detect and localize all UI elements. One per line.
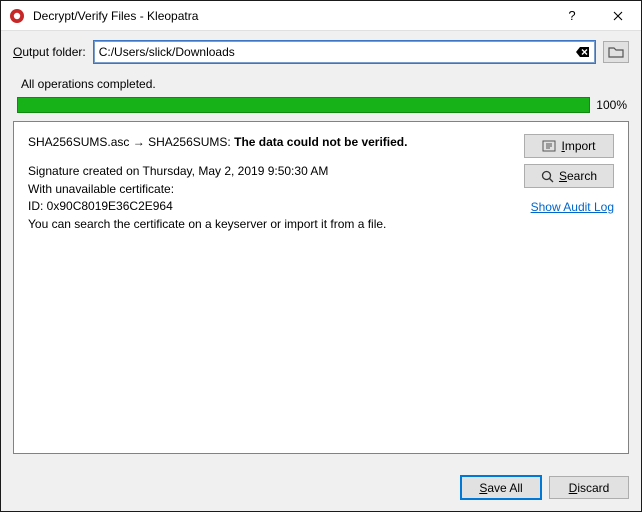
- search-button[interactable]: Search: [524, 164, 614, 188]
- close-button[interactable]: [595, 1, 641, 31]
- cert-id-line: ID: 0x90C8019E36C2E964: [28, 198, 512, 215]
- dialog-window: Decrypt/Verify Files - Kleopatra ? Outpu…: [0, 0, 642, 512]
- search-hint-line: You can search the certificate on a keys…: [28, 216, 512, 233]
- arrow-icon: →: [133, 135, 145, 149]
- output-folder-input[interactable]: [95, 42, 572, 62]
- window-title: Decrypt/Verify Files - Kleopatra: [33, 9, 549, 23]
- signature-created-line: Signature created on Thursday, May 2, 20…: [28, 163, 512, 180]
- result-file-from: SHA256SUMS.asc: [28, 135, 129, 149]
- content-area: Output folder: All operations completed.…: [1, 31, 641, 466]
- result-text-block: SHA256SUMS.asc → SHA256SUMS: The data co…: [28, 134, 512, 233]
- output-folder-label: Output folder:: [13, 45, 86, 59]
- discard-button[interactable]: Discard: [549, 476, 629, 499]
- output-folder-field-wrap: [94, 41, 595, 63]
- progress-row: 100%: [13, 97, 629, 113]
- dialog-footer: Save All Discard: [1, 466, 641, 511]
- search-icon: [541, 170, 554, 183]
- titlebar: Decrypt/Verify Files - Kleopatra ?: [1, 1, 641, 31]
- browse-folder-button[interactable]: [603, 41, 629, 63]
- cert-unavailable-line: With unavailable certificate:: [28, 181, 512, 198]
- folder-icon: [608, 45, 624, 59]
- import-icon: [542, 140, 556, 152]
- status-message: All operations completed.: [21, 77, 627, 91]
- clear-input-button[interactable]: [572, 46, 594, 58]
- result-heading: SHA256SUMS.asc → SHA256SUMS: The data co…: [28, 134, 512, 151]
- result-side-actions: Import Search Show Audit Log: [522, 134, 614, 214]
- help-button[interactable]: ?: [549, 1, 595, 31]
- app-icon: [9, 8, 25, 24]
- progress-bar: [17, 97, 590, 113]
- result-verdict: The data could not be verified.: [234, 135, 407, 149]
- result-file-to: SHA256SUMS:: [148, 135, 231, 149]
- save-all-button[interactable]: Save All: [461, 476, 541, 499]
- import-button[interactable]: Import: [524, 134, 614, 158]
- result-panel: SHA256SUMS.asc → SHA256SUMS: The data co…: [13, 121, 629, 454]
- progress-percent: 100%: [596, 98, 627, 112]
- show-audit-log-link[interactable]: Show Audit Log: [531, 200, 614, 214]
- output-folder-row: Output folder:: [13, 41, 629, 63]
